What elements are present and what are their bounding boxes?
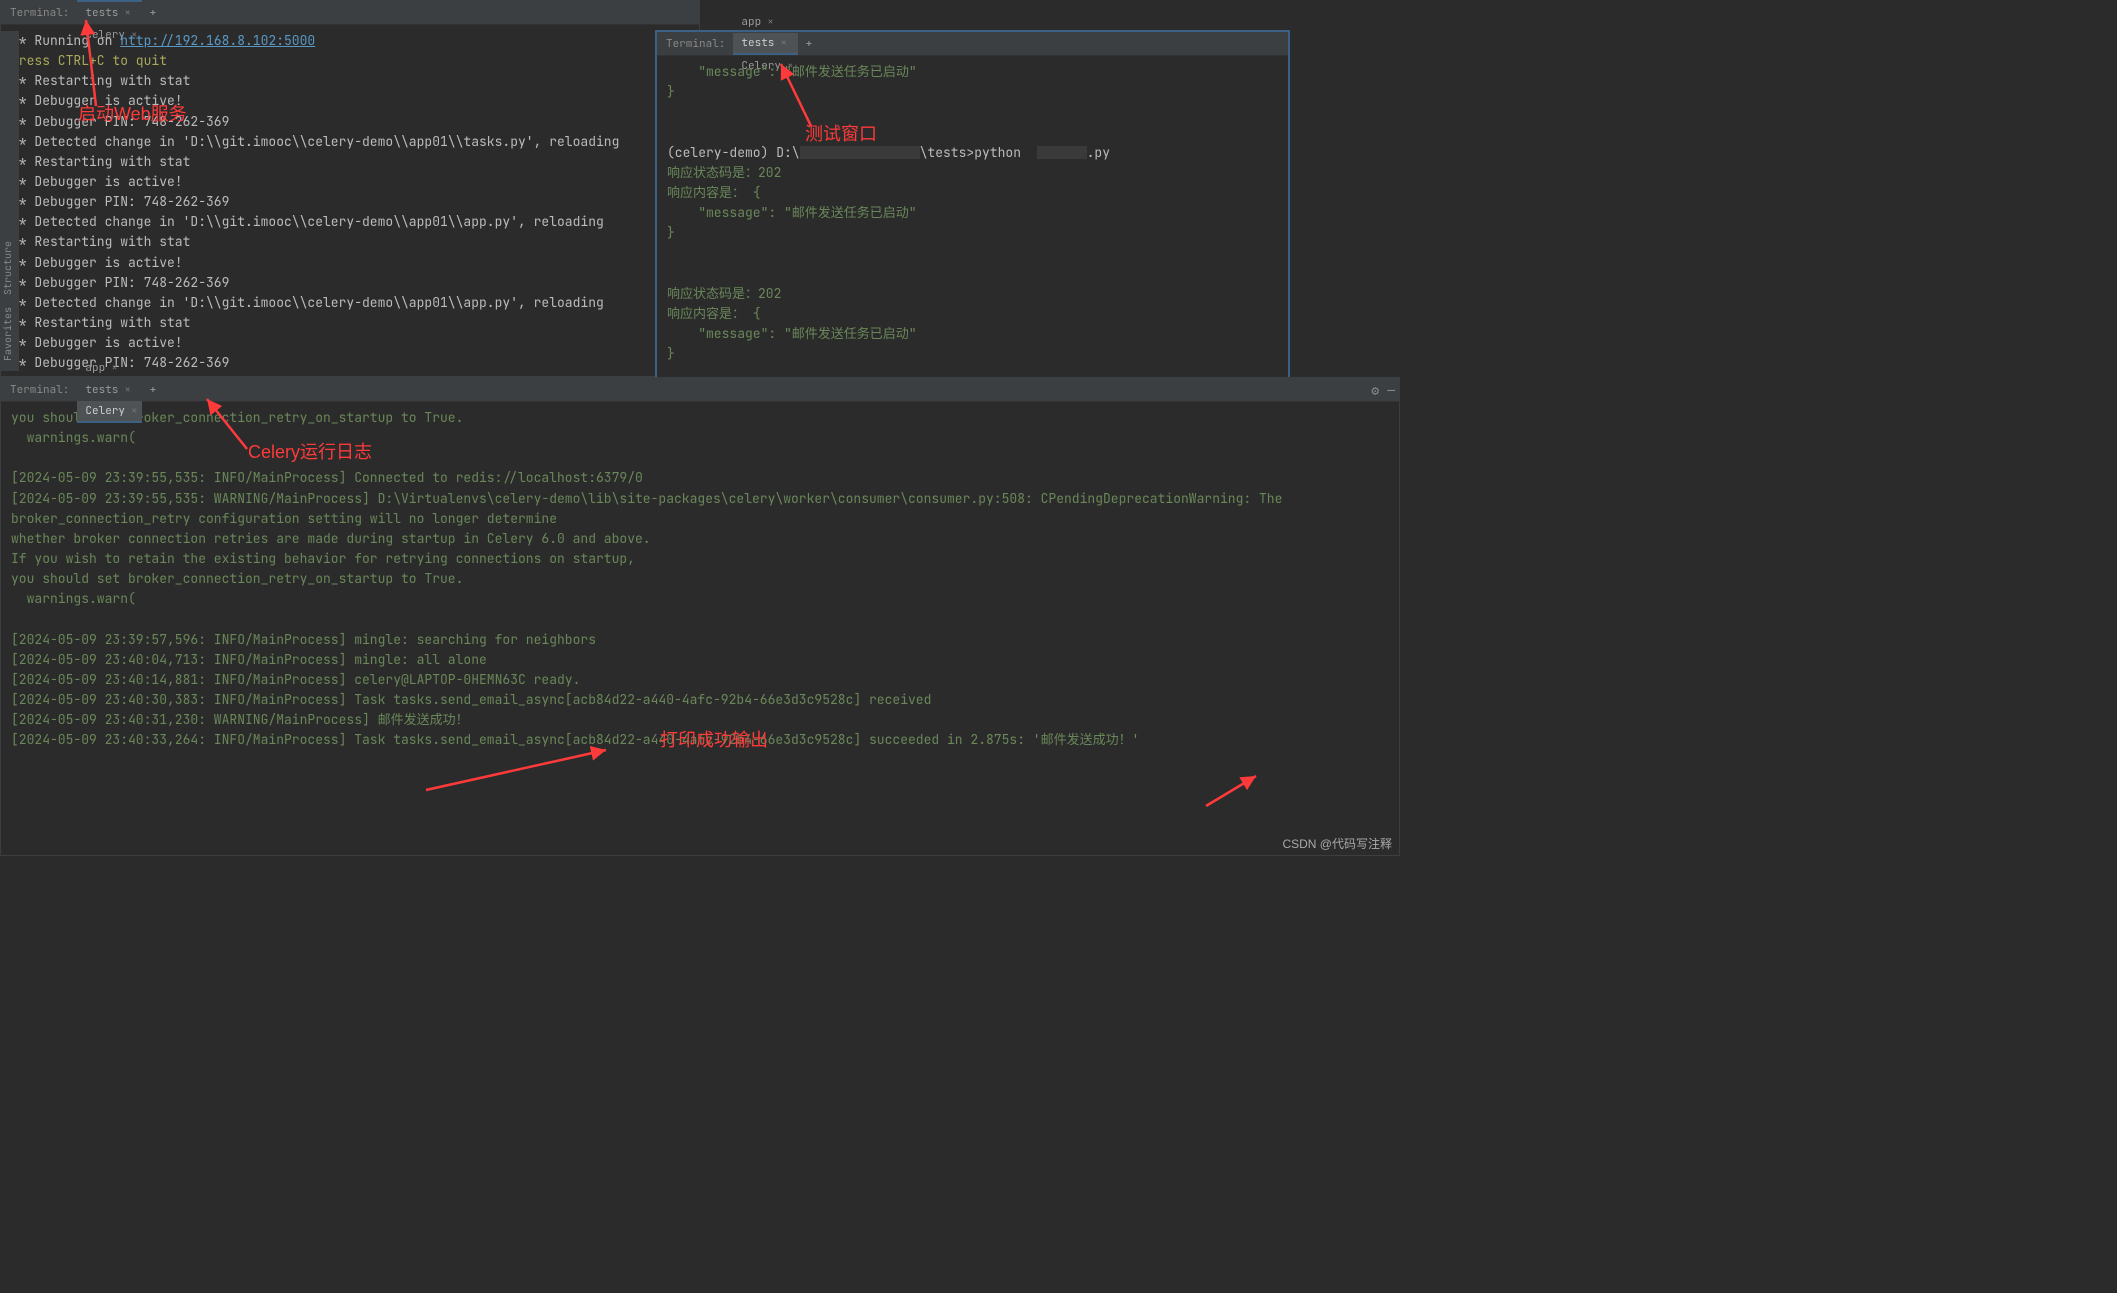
annotation-text: 打印成功输出 [660, 726, 768, 752]
terminal-line: you should set broker_connection_retry_o… [11, 569, 1389, 589]
terminal-line: "message": "邮件发送任务已启动" [667, 324, 1278, 344]
tab-label: app [741, 15, 761, 29]
terminal-line: 响应状态码是：202 [667, 163, 1278, 183]
close-icon[interactable]: × [131, 404, 138, 418]
terminal-line [11, 609, 1389, 629]
terminal-line: * Debugger is active! [11, 253, 689, 273]
sidebar-structure[interactable]: Structure [1, 241, 19, 295]
terminal-line: * Restarting with stat [11, 313, 689, 333]
tab-add-button[interactable]: + [798, 37, 821, 51]
terminal-panel-tests: Terminal: app×tests×Celery× + "message":… [655, 30, 1290, 390]
close-icon[interactable]: × [124, 6, 131, 20]
tab-add-button[interactable]: + [142, 383, 165, 397]
terminal-line [667, 243, 1278, 263]
annotation-arrow [420, 744, 612, 800]
sidebar-favorites[interactable]: Favorites [1, 307, 19, 361]
terminal-tab-tests[interactable]: tests × [733, 33, 797, 55]
annotation-arrow [1200, 770, 1262, 816]
close-icon[interactable]: × [767, 15, 774, 29]
terminal-line: 响应内容是： { [667, 183, 1278, 203]
terminal-tabbar: Terminal: app×tests×Celery× + [1, 1, 699, 25]
terminal-line: * Detected change in 'D:\\git.imooc\\cel… [11, 212, 689, 232]
terminal-line: "message": "邮件发送任务已启动" [667, 203, 1278, 223]
terminal-label: Terminal: [6, 383, 77, 397]
terminal-line: [2024-05-09 23:40:30,383: INFO/MainProce… [11, 690, 1389, 710]
terminal-line: } [667, 344, 1278, 364]
terminal-line: } [667, 82, 1278, 102]
terminal-line: * Detected change in 'D:\\git.imooc\\cel… [11, 293, 689, 313]
close-icon[interactable]: × [124, 383, 131, 397]
annotation-text: Celery运行日志 [248, 438, 372, 464]
terminal-output-tests[interactable]: "message": "邮件发送任务已启动"} (celery-demo) D:… [657, 56, 1288, 370]
annotation-arrow [201, 393, 253, 459]
terminal-line: * Debugger PIN: 748-262-369 [11, 273, 689, 293]
terminal-line: 响应状态码是：202 [667, 284, 1278, 304]
terminal-line: If you wish to retain the existing behav… [11, 549, 1389, 569]
terminal-line: * Restarting with stat [11, 232, 689, 252]
terminal-line: * Restarting with stat [11, 71, 689, 91]
terminal-line: * Debugger is active! [11, 333, 689, 353]
close-icon[interactable]: × [780, 36, 787, 50]
terminal-line [667, 102, 1278, 122]
tab-label: app [85, 361, 105, 375]
terminal-line: [2024-05-09 23:39:55,535: INFO/MainProce… [11, 468, 1389, 488]
terminal-line: [2024-05-09 23:39:57,596: INFO/MainProce… [11, 630, 1389, 650]
annotation-text: 测试窗口 [805, 120, 877, 146]
gear-icon[interactable]: ⚙ [1371, 382, 1379, 399]
terminal-line: 响应内容是： { [667, 304, 1278, 324]
terminal-line [667, 263, 1278, 283]
terminal-tab-app[interactable]: app × [733, 11, 797, 33]
terminal-line [667, 122, 1278, 142]
terminal-line: [2024-05-09 23:40:04,713: INFO/MainProce… [11, 650, 1389, 670]
terminal-label: Terminal: [6, 6, 77, 20]
tool-window-sidebar: Favorites Structure [1, 31, 19, 371]
terminal-output-app[interactable]: * Running on http://192.168.8.102:5000Pr… [1, 25, 699, 379]
terminal-line: whether broker connection retries are ma… [11, 529, 1389, 549]
terminal-line: * Running on http://192.168.8.102:5000 [11, 31, 689, 51]
tab-label: tests [741, 36, 774, 50]
terminal-line: * Debugger is active! [11, 172, 689, 192]
terminal-line: * Debugger PIN: 748-262-369 [11, 192, 689, 212]
tab-label: Celery [85, 404, 125, 418]
terminal-panel-app: Favorites Structure Terminal: app×tests×… [0, 0, 700, 377]
terminal-line: * Restarting with stat [11, 152, 689, 172]
watermark: CSDN @代码写注释 [1282, 835, 1392, 852]
terminal-tabbar: Terminal: app×tests×Celery× + [657, 32, 1288, 56]
tab-add-button[interactable]: + [142, 6, 165, 20]
terminal-label: Terminal: [662, 37, 733, 51]
terminal-line: Press CTRL+C to quit [11, 51, 689, 71]
terminal-tab-tests[interactable]: tests × [77, 379, 141, 401]
terminal-tab-app[interactable]: app × [77, 357, 141, 379]
close-icon[interactable]: × [111, 361, 118, 375]
annotation-text: 启动Web服务 [78, 100, 187, 126]
minimize-icon[interactable]: — [1387, 382, 1395, 399]
terminal-line: (celery-demo) D:\\tests>python .py [667, 143, 1278, 163]
terminal-line: * Detected change in 'D:\\git.imooc\\cel… [11, 132, 689, 152]
terminal-line: [2024-05-09 23:40:14,881: INFO/MainProce… [11, 670, 1389, 690]
terminal-line: warnings.warn( [11, 589, 1389, 609]
terminal-line: [2024-05-09 23:39:55,535: WARNING/MainPr… [11, 489, 1389, 529]
tab-label: tests [85, 383, 118, 397]
terminal-line: } [667, 223, 1278, 243]
terminal-tab-celery[interactable]: Celery × [77, 401, 141, 423]
terminal-line: "message": "邮件发送任务已启动" [667, 62, 1278, 82]
